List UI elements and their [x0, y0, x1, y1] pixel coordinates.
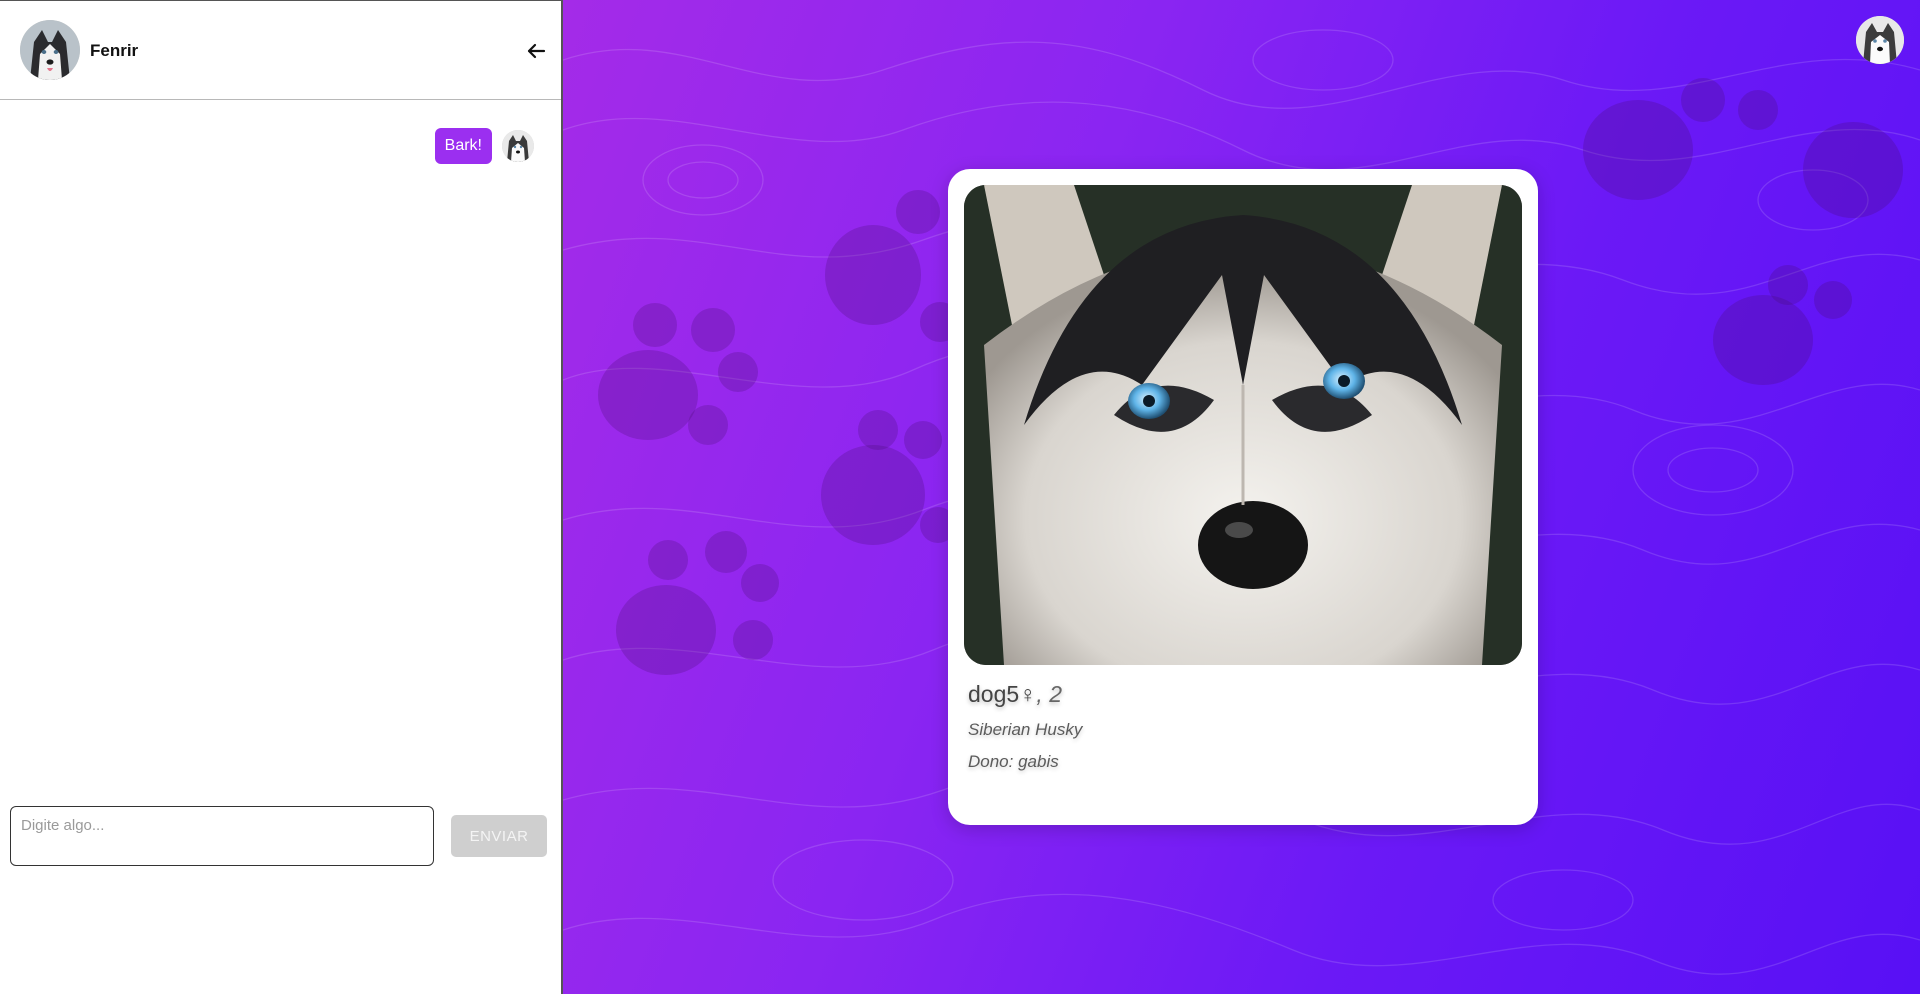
message-input[interactable]	[10, 806, 434, 866]
husky-avatar-image	[20, 20, 80, 80]
gender-icon: ♀	[1019, 681, 1037, 707]
arrow-left-icon	[527, 43, 546, 59]
sender-avatar	[502, 130, 534, 162]
back-button[interactable]	[524, 39, 548, 63]
dog-name-line: dog5♀, 2	[968, 681, 1062, 708]
husky-photo-image	[964, 185, 1522, 665]
dog-photo	[964, 185, 1522, 665]
message-row: Bark!	[434, 128, 534, 164]
send-button[interactable]: ENVIAR	[451, 815, 547, 857]
contact-name: Fenrir	[90, 41, 139, 60]
match-area: dog5♀, 2 Siberian Husky Dono: gabis	[563, 0, 1920, 994]
contact-avatar	[20, 20, 80, 80]
dog-age: , 2	[1036, 681, 1062, 707]
chat-panel: Fenrir Bark! ENVIAR	[0, 0, 563, 994]
dog-owner: Dono: gabis	[968, 752, 1059, 771]
dog-profile-card[interactable]: dog5♀, 2 Siberian Husky Dono: gabis	[948, 169, 1538, 825]
husky-avatar-image	[502, 130, 534, 162]
dog-name: dog5	[968, 681, 1020, 707]
message-bubble: Bark!	[434, 128, 492, 164]
husky-avatar-image	[1856, 16, 1904, 64]
dog-breed: Siberian Husky	[968, 720, 1083, 739]
chat-header: Fenrir	[0, 1, 561, 100]
user-avatar-button[interactable]	[1856, 16, 1904, 64]
